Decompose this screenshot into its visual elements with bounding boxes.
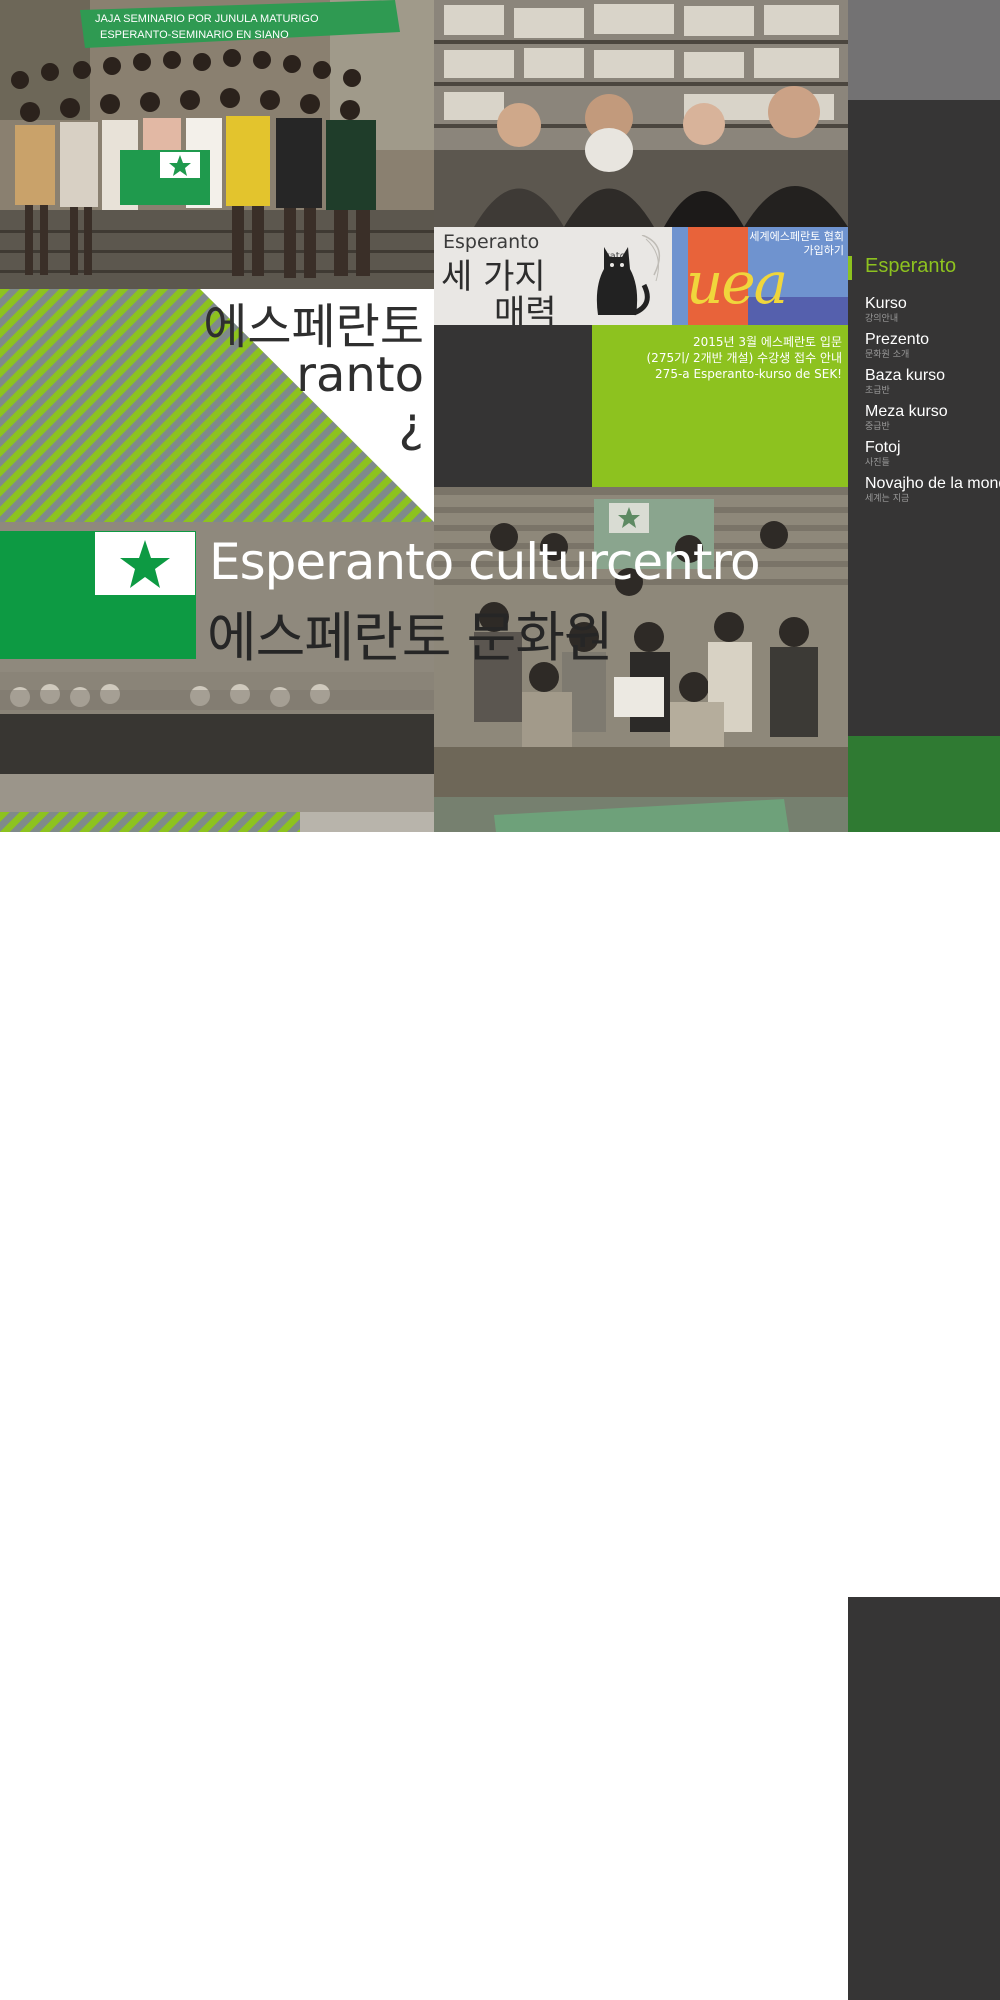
dark-tile	[434, 325, 592, 487]
sidebar-item-label: Kurso	[865, 295, 907, 312]
four-people-photo-image	[434, 0, 848, 227]
course-announcement-line3: 275-a Esperanto-kurso de SEK!	[655, 367, 842, 381]
sidebar-item-fotoj[interactable]: Fotoj 사진들	[865, 438, 1000, 474]
sidebar-footer-block	[848, 1597, 1000, 2000]
esperanto-flag	[0, 531, 196, 659]
cat-icon	[596, 235, 661, 316]
sidebar-item-sublabel: 중급반	[865, 422, 890, 432]
sidebar-nav: Esperanto Kurso 강의안내 Prezento 문화원 소개 Baz…	[848, 100, 1000, 736]
hero-title: Esperanto culturcentro	[209, 533, 761, 591]
sidebar-item-sublabel: 세계는 지금	[865, 494, 910, 504]
green-star-icon	[120, 540, 170, 588]
sidebar-item-prezento[interactable]: Prezento 문화원 소개	[865, 330, 1000, 366]
sidebar-brand[interactable]: Esperanto	[865, 255, 956, 278]
three-charms-tile[interactable]: Esperanto 세 가지 매력 kato	[434, 227, 672, 325]
sidebar-green-block	[848, 736, 1000, 832]
group-banner-line2: ESPERANTO-SEMINARIO EN SIANO	[100, 29, 289, 41]
sidebar-item-sublabel: 강의안내	[865, 314, 899, 324]
group-photo-image: JAJA SEMINARIO POR JUNULA MATURIGO ESPER…	[0, 0, 434, 289]
sidebar-header-block	[848, 0, 1000, 100]
uea-join-tile[interactable]: uea 세계에스페란토 협회 가입하기	[672, 227, 848, 325]
sidebar-menu: Kurso 강의안내 Prezento 문화원 소개 Baza kurso 초급…	[865, 294, 1000, 510]
four-people-photo[interactable]	[434, 0, 848, 227]
sidebar-item-label: Baza kurso	[865, 367, 946, 384]
stripes-strip	[0, 812, 434, 832]
uea-join-line2: 가입하기	[803, 244, 844, 257]
course-announcement-line1: 2015년 3월 에스페란토 입문	[693, 335, 842, 349]
sidebar-item-kurso[interactable]: Kurso 강의안내	[865, 294, 1000, 330]
sidebar-item-meza-kurso[interactable]: Meza kurso 중급반	[865, 402, 1000, 438]
sidebar-item-sublabel: 문화원 소개	[865, 350, 910, 360]
sidebar-item-sublabel: 사진들	[865, 458, 890, 468]
group-photo-thumbnail-image	[434, 797, 848, 832]
uea-logo: uea	[686, 249, 788, 317]
stripes-latin-text: ranto	[296, 347, 424, 403]
sidebar-item-label: Prezento	[865, 331, 930, 348]
uea-join-line1: 세계에스페란토 협회	[749, 230, 844, 243]
sidebar-item-novajho[interactable]: Novajho de la mondo 세계는 지금	[865, 474, 1000, 510]
course-announcement-text: 2015년 3월 에스페란토 입문 (275기/ 2개반 개설) 수강생 접수 …	[647, 334, 843, 382]
brand-accent-bar	[848, 256, 852, 280]
course-announcement-line2: (275기/ 2개반 개설) 수강생 접수 안내	[646, 351, 843, 365]
sidebar-item-label: Meza kurso	[865, 403, 948, 420]
course-announcement-tile[interactable]: 2015년 3월 에스페란토 입문 (275기/ 2개반 개설) 수강생 접수 …	[592, 325, 848, 487]
group-photo[interactable]: JAJA SEMINARIO POR JUNULA MATURIGO ESPER…	[0, 0, 434, 289]
uea-join-text: 세계에스페란토 협회 가입하기	[749, 230, 844, 258]
esperanto-stripes-tile[interactable]: 에스페란토 ranto ¿	[0, 289, 434, 522]
hero-subtitle: 에스페란토 문화원	[207, 606, 614, 669]
sidebar-item-baza-kurso[interactable]: Baza kurso 초급반	[865, 366, 1000, 402]
three-charms-korean-line2: 매력	[494, 293, 557, 325]
sidebar-item-label: Fotoj	[865, 439, 901, 456]
group-photo-thumbnail[interactable]	[434, 797, 848, 832]
sidebar-item-label: Novajho de la mondo	[865, 475, 1000, 492]
stripes-strip-pattern	[0, 812, 434, 832]
sidebar-item-sublabel: 초급반	[865, 386, 890, 396]
stripes-korean-text: 에스페란토	[203, 299, 424, 355]
group-banner-line1: JAJA SEMINARIO POR JUNULA MATURIGO	[95, 13, 319, 25]
stripes-mark: ¿	[398, 397, 424, 453]
